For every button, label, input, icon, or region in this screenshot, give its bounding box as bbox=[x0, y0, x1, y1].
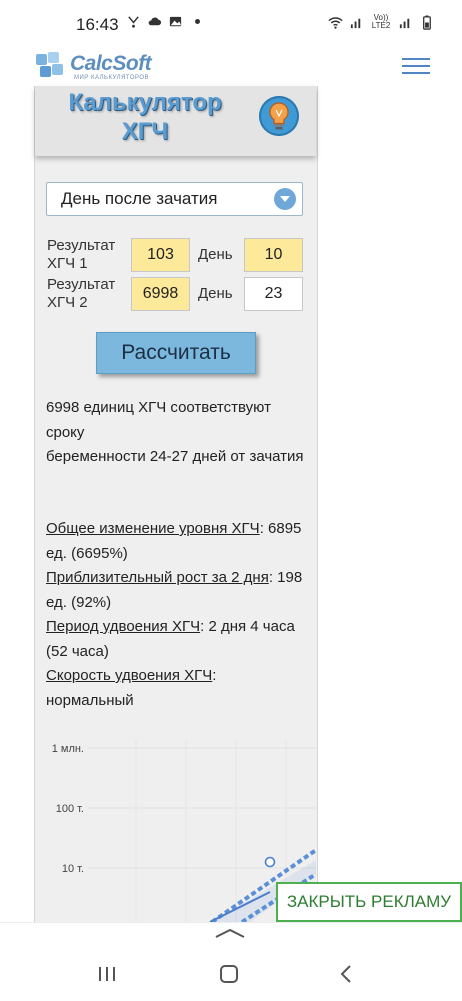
result-line-2: беременности 24-27 дней от зачатия bbox=[46, 448, 304, 465]
image-icon bbox=[169, 16, 182, 27]
result-line-1: 6998 единиц ХГЧ соответствуют сроку bbox=[46, 399, 271, 441]
lightbulb-icon bbox=[259, 96, 299, 136]
chart-ytick-label: 100 т. bbox=[56, 803, 84, 815]
result-details: Общее изменение уровня ХГЧ: 6895 ед. (66… bbox=[46, 517, 306, 713]
status-time: 16:43 bbox=[76, 15, 119, 34]
close-ad-button[interactable]: ЗАКРЫТЬ РЕКЛАМУ bbox=[276, 882, 462, 922]
chevron-down-icon[interactable] bbox=[274, 188, 296, 210]
growth-row: Приблизительный рост за 2 дня: 198 ед. (… bbox=[46, 566, 306, 615]
back-icon[interactable] bbox=[336, 963, 358, 985]
chart-ytick-label: 10 т. bbox=[62, 863, 84, 875]
day1-label: День bbox=[198, 246, 233, 263]
day2-label: День bbox=[198, 285, 233, 302]
logo-cubes-icon bbox=[36, 52, 63, 77]
change-link[interactable]: Общее изменение уровня ХГЧ bbox=[46, 520, 260, 537]
signal-icon bbox=[350, 18, 361, 28]
mode-select[interactable]: День после зачатия bbox=[46, 182, 303, 216]
wifi-icon bbox=[328, 16, 343, 29]
system-navigation-bar bbox=[0, 922, 462, 1001]
page-title: Калькулятор ХГЧ bbox=[68, 89, 222, 145]
result-summary: 6998 единиц ХГЧ соответствуют сроку бере… bbox=[46, 396, 306, 470]
battery-icon bbox=[423, 14, 431, 30]
speed-link[interactable]: Скорость удвоения ХГЧ bbox=[46, 667, 212, 684]
home-icon[interactable] bbox=[218, 963, 240, 985]
hcg-chart: 1 млн.100 т.10 т.1000 bbox=[52, 740, 316, 922]
chart-y-ticks: 1 млн.100 т.10 т.1000 bbox=[52, 743, 84, 922]
dot-icon bbox=[195, 19, 200, 24]
calculator-header: Калькулятор ХГЧ bbox=[35, 86, 316, 156]
cloud-icon bbox=[148, 17, 162, 26]
logo-tagline: МИР КАЛЬКУЛЯТОРОВ bbox=[74, 75, 150, 81]
speed-row: Скорость удвоения ХГЧ: нормальный bbox=[46, 664, 306, 713]
signal-icon-2 bbox=[399, 18, 410, 28]
page-content: Калькулятор ХГЧ День после зачатия Резул… bbox=[0, 86, 462, 922]
chart-ytick-label: 1 млн. bbox=[52, 743, 84, 755]
hcg2-input[interactable]: 6998 bbox=[131, 277, 190, 311]
calculate-button[interactable]: Рассчитать bbox=[96, 332, 256, 374]
chart-data-point bbox=[264, 856, 276, 868]
missed-call-icon bbox=[128, 16, 139, 28]
site-logo[interactable]: CalcSoft МИР КАЛЬКУЛЯТОРОВ bbox=[34, 48, 164, 82]
hamburger-menu-icon[interactable] bbox=[402, 58, 430, 74]
hcg1-label: Результат ХГЧ 1 bbox=[47, 237, 116, 272]
doubling-row: Период удвоения ХГЧ: 2 дня 4 часа (52 ча… bbox=[46, 615, 306, 664]
network-label: Vo)) LTE2 bbox=[371, 13, 391, 30]
day2-input[interactable]: 23 bbox=[244, 277, 303, 311]
day1-input[interactable]: 10 bbox=[244, 238, 303, 272]
mode-select-value: День после зачатия bbox=[61, 189, 218, 208]
status-bar: 16:43 Vo)) LTE2 bbox=[0, 0, 462, 44]
growth-link[interactable]: Приблизительный рост за 2 дня bbox=[46, 569, 269, 586]
site-header: CalcSoft МИР КАЛЬКУЛЯТОРОВ bbox=[0, 44, 462, 87]
recent-apps-icon[interactable] bbox=[96, 965, 118, 983]
hcg1-input[interactable]: 103 bbox=[131, 238, 190, 272]
change-row: Общее изменение уровня ХГЧ: 6895 ед. (66… bbox=[46, 517, 306, 566]
doubling-link[interactable]: Период удвоения ХГЧ bbox=[46, 618, 200, 635]
hcg2-label: Результат ХГЧ 2 bbox=[47, 276, 116, 311]
chevron-up-icon[interactable] bbox=[214, 927, 246, 939]
logo-text: CalcSoft bbox=[70, 52, 152, 75]
